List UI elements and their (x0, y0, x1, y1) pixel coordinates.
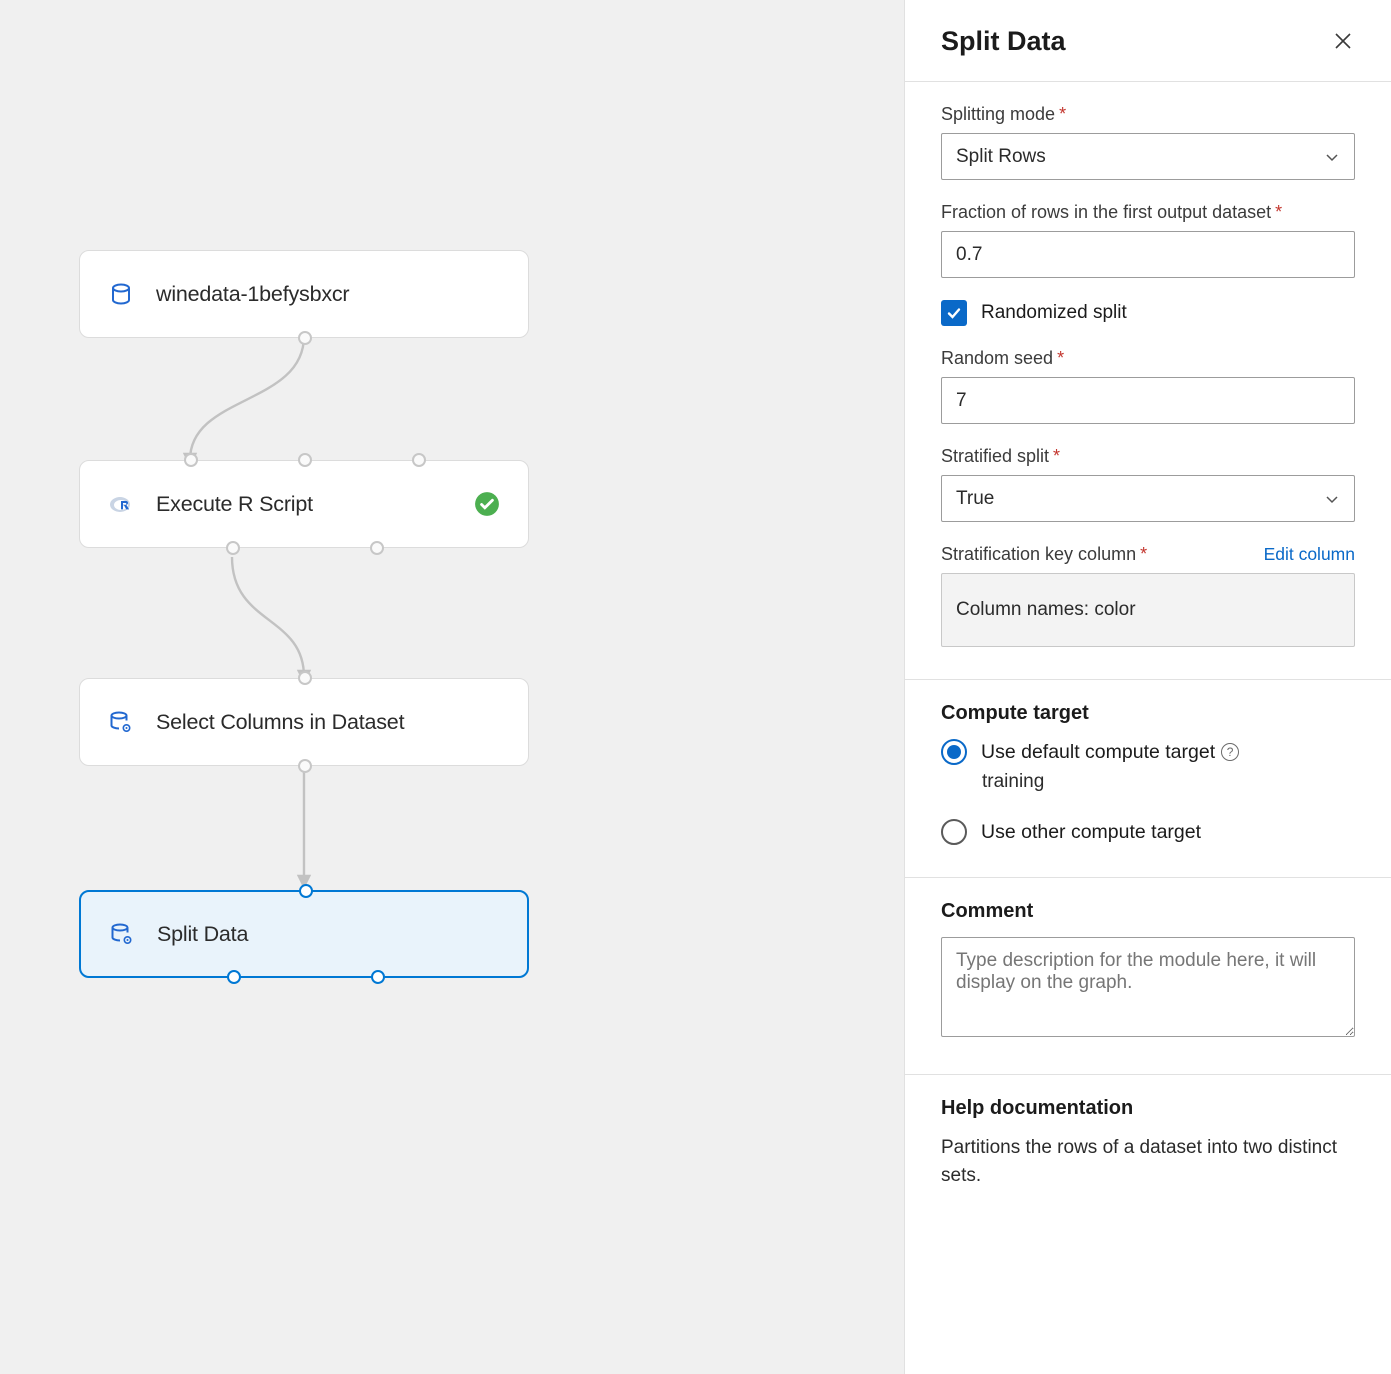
seed-label: Random seed* (941, 348, 1355, 369)
compute-target-heading: Compute target (941, 702, 1355, 725)
fraction-input[interactable] (941, 231, 1355, 278)
chevron-down-icon (1324, 149, 1340, 165)
splitting-mode-select[interactable]: Split Rows (941, 133, 1355, 180)
output-port[interactable] (227, 970, 241, 984)
seed-input[interactable] (941, 377, 1355, 424)
input-port[interactable] (184, 453, 198, 467)
radio-other-compute[interactable]: Use other compute target (941, 819, 1355, 845)
input-port[interactable] (299, 884, 313, 898)
strat-key-value: Column names: color (941, 573, 1355, 647)
node-dataset[interactable]: winedata-1befysbxcr (79, 250, 529, 338)
node-split-data[interactable]: Split Data (79, 890, 529, 978)
r-icon (108, 491, 134, 517)
input-port[interactable] (298, 453, 312, 467)
panel-header: Split Data (905, 0, 1391, 82)
comment-heading: Comment (941, 900, 1355, 923)
node-label: Select Columns in Dataset (156, 710, 404, 735)
node-select-columns[interactable]: Select Columns in Dataset (79, 678, 529, 766)
node-execute-r-script[interactable]: Execute R Script (79, 460, 529, 548)
close-icon[interactable] (1333, 31, 1355, 53)
output-port[interactable] (298, 759, 312, 773)
input-port[interactable] (298, 671, 312, 685)
randomized-split-checkbox[interactable]: Randomized split (941, 300, 1355, 326)
comment-section: Comment (905, 878, 1391, 1075)
output-port[interactable] (298, 331, 312, 345)
output-port[interactable] (226, 541, 240, 555)
comment-textarea[interactable] (941, 937, 1355, 1037)
help-heading: Help documentation (941, 1097, 1355, 1120)
success-icon (474, 491, 500, 517)
stratified-label: Stratified split* (941, 446, 1355, 467)
node-label: Split Data (157, 922, 248, 947)
input-port[interactable] (412, 453, 426, 467)
stratified-select[interactable]: True (941, 475, 1355, 522)
output-port[interactable] (371, 970, 385, 984)
splitting-mode-label: Splitting mode* (941, 104, 1355, 125)
parameters-section: Splitting mode* Split Rows Fraction of r… (905, 82, 1391, 680)
node-label: winedata-1befysbxcr (156, 282, 349, 307)
strat-key-label: Stratification key column* Edit column (941, 544, 1355, 565)
database-icon (108, 281, 134, 307)
pipeline-canvas[interactable]: winedata-1befysbxcr Execute R Script (0, 0, 904, 1374)
info-icon[interactable]: ? (1221, 743, 1239, 761)
node-label: Execute R Script (156, 492, 313, 517)
help-text: Partitions the rows of a dataset into tw… (941, 1134, 1355, 1189)
compute-target-section: Compute target Use default compute targe… (905, 680, 1391, 878)
check-icon (941, 300, 967, 326)
edit-column-link[interactable]: Edit column (1264, 544, 1355, 565)
default-compute-value: training (982, 771, 1355, 793)
help-section: Help documentation Partitions the rows o… (905, 1075, 1391, 1221)
panel-title: Split Data (941, 26, 1333, 57)
dataset-gear-icon (109, 921, 135, 947)
dataset-gear-icon (108, 709, 134, 735)
chevron-down-icon (1324, 491, 1340, 507)
properties-panel: Split Data Splitting mode* Split Rows Fr… (904, 0, 1391, 1374)
output-port[interactable] (370, 541, 384, 555)
radio-default-compute[interactable]: Use default compute target ? (941, 739, 1355, 765)
fraction-label: Fraction of rows in the first output dat… (941, 202, 1355, 223)
